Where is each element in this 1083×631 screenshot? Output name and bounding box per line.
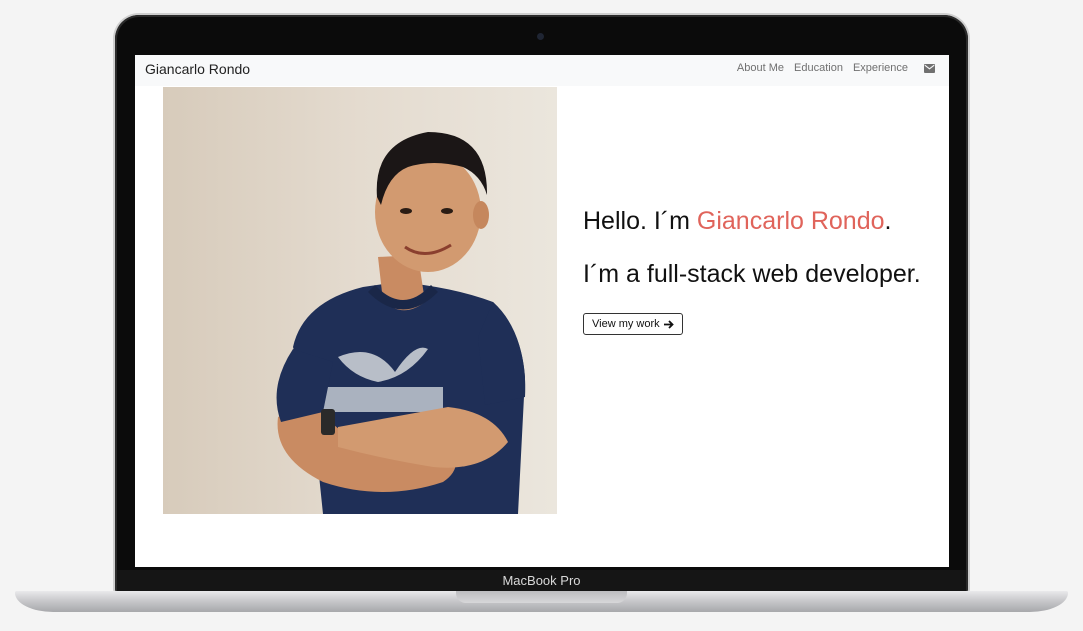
nav-about-me[interactable]: About Me: [737, 62, 784, 74]
greeting: Hello. I´m Giancarlo Rondo.: [583, 207, 943, 236]
greeting-prefix: Hello. I´m: [583, 207, 697, 235]
bottom-bezel: MacBook Pro: [117, 570, 966, 592]
nav-links: About Me Education Experience: [737, 62, 935, 74]
brand-link[interactable]: Giancarlo Rondo: [145, 61, 250, 77]
nav-education[interactable]: Education: [794, 62, 843, 74]
envelope-icon[interactable]: [924, 63, 935, 73]
hero-text: Hello. I´m Giancarlo Rondo. I´m a full-s…: [583, 207, 943, 335]
tagline: I´m a full-stack web developer.: [583, 260, 921, 288]
nav-experience[interactable]: Experience: [853, 62, 908, 74]
highlighted-name: Giancarlo Rondo: [696, 207, 885, 235]
camera: [537, 33, 544, 40]
navbar: Giancarlo Rondo About Me Education Exper…: [135, 55, 949, 86]
arrow-right-icon: [663, 319, 674, 329]
view-my-work-button[interactable]: View my work: [583, 313, 683, 335]
view-my-work-label: View my work: [592, 318, 660, 330]
screen: Giancarlo Rondo About Me Education Exper…: [135, 55, 949, 567]
laptop-notch: [456, 591, 627, 603]
greeting-suffix: .: [884, 207, 892, 235]
profile-photo: [163, 87, 557, 514]
